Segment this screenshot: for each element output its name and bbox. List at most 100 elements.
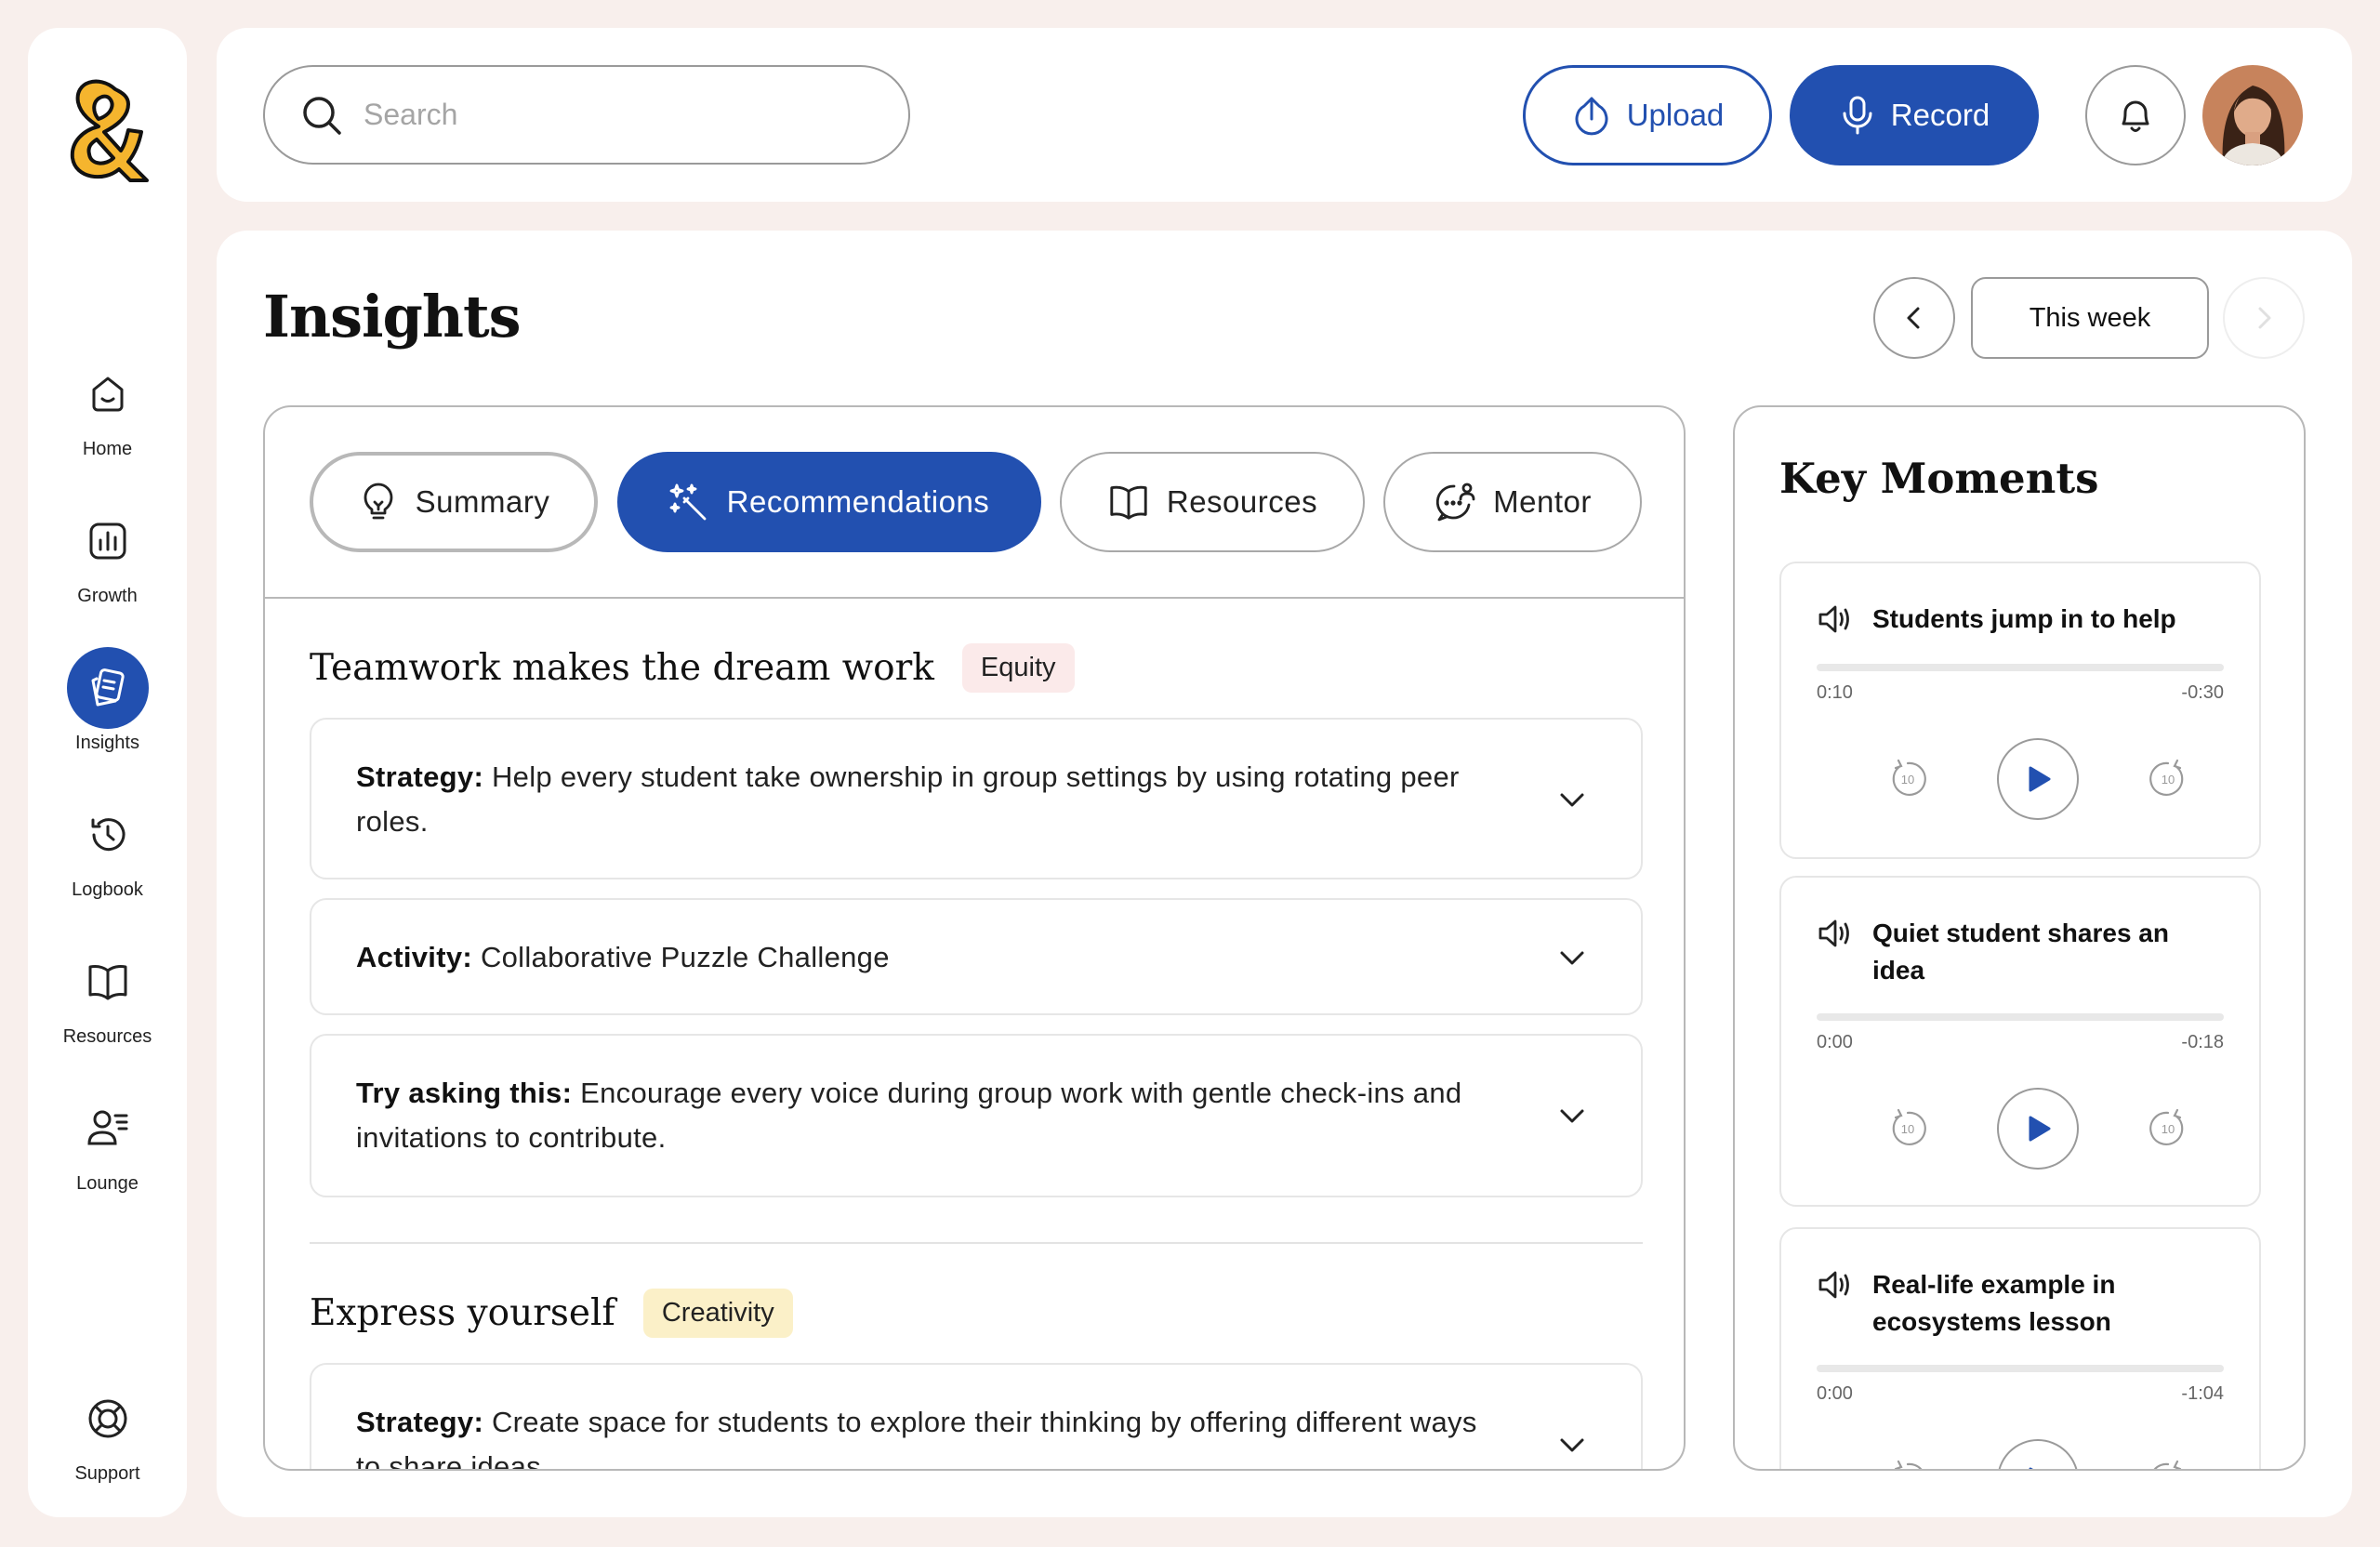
strategy-card[interactable]: Strategy: Help every student take owners… xyxy=(310,718,1643,879)
insight-tabs: Summary Recommendations Resources Mentor xyxy=(265,407,1684,599)
record-label: Record xyxy=(1890,98,1990,132)
period-selector[interactable]: This week xyxy=(1971,277,2209,359)
tab-summary[interactable]: Summary xyxy=(310,452,598,552)
recommendation-kind: Strategy: xyxy=(356,760,484,793)
sidebar-item-lounge[interactable]: Lounge xyxy=(28,1088,187,1207)
elapsed-time: 0:00 xyxy=(1817,1032,1853,1052)
recommendations-list[interactable]: Teamwork makes the dream work Equity Str… xyxy=(265,601,1684,1469)
section-title: Teamwork makes the dream work xyxy=(310,647,934,689)
upload-button[interactable]: Upload xyxy=(1523,65,1772,165)
sidebar-item-home[interactable]: Home xyxy=(28,353,187,472)
upload-label: Upload xyxy=(1626,98,1725,132)
sidebar-item-growth[interactable]: Growth xyxy=(28,500,187,619)
strategy-card[interactable]: Strategy: Create space for students to e… xyxy=(310,1363,1643,1469)
page-title: Insights xyxy=(263,283,522,350)
home-icon xyxy=(67,353,149,435)
audio-progress-bar[interactable] xyxy=(1817,664,2224,671)
upload-icon xyxy=(1571,95,1612,136)
notifications-button[interactable] xyxy=(2085,65,2186,165)
recommendation-text: Try asking this: Encourage every voice d… xyxy=(356,1071,1500,1160)
chevron-right-icon xyxy=(2250,304,2278,332)
key-moment-title: Students jump in to help xyxy=(1872,604,2176,633)
elapsed-time: 0:00 xyxy=(1817,1383,1853,1404)
recommendation-text: Strategy: Help every student take owners… xyxy=(356,755,1500,844)
previous-week-button[interactable] xyxy=(1873,277,1955,359)
chat-person-icon xyxy=(1434,481,1476,523)
recommendation-kind: Activity: xyxy=(356,941,473,973)
remaining-time: -0:30 xyxy=(2181,682,2224,703)
tab-mentor[interactable]: Mentor xyxy=(1383,452,1642,552)
people-icon xyxy=(67,1088,149,1170)
ampersand-logo[interactable] xyxy=(61,73,154,184)
play-button[interactable] xyxy=(1997,738,2079,820)
history-icon xyxy=(67,794,149,876)
rewind-10-icon[interactable] xyxy=(1887,1460,1928,1469)
play-button[interactable] xyxy=(1997,1439,2079,1469)
key-moment-header: Real-life example in ecosystems lesson xyxy=(1817,1266,2207,1341)
svg-text:10: 10 xyxy=(2162,773,2175,787)
sidebar-item-label: Home xyxy=(82,439,133,459)
audio-progress-bar[interactable] xyxy=(1817,1365,2224,1372)
forward-10-icon[interactable] xyxy=(2148,1460,2188,1469)
svg-text:10: 10 xyxy=(1901,773,1914,787)
bell-icon xyxy=(2114,94,2157,137)
key-moment-card[interactable]: Students jump in to help 0:10 -0:30 10 1… xyxy=(1779,562,2261,859)
speaker-icon xyxy=(1817,915,1854,989)
next-week-button[interactable] xyxy=(2223,277,2305,359)
forward-10-icon[interactable]: 10 xyxy=(2148,759,2188,800)
key-moment-card[interactable]: Real-life example in ecosystems lesson 0… xyxy=(1779,1227,2261,1469)
remaining-time: -1:04 xyxy=(2181,1383,2224,1404)
chevron-down-icon[interactable] xyxy=(1555,1428,1589,1461)
forward-10-icon[interactable]: 10 xyxy=(2148,1108,2188,1149)
rewind-10-icon[interactable]: 10 xyxy=(1887,759,1928,800)
search-input[interactable] xyxy=(364,98,884,132)
key-moment-header: Students jump in to help xyxy=(1817,601,2207,638)
section-header: Express yourself Creativity xyxy=(310,1289,793,1338)
rewind-10-icon[interactable]: 10 xyxy=(1887,1108,1928,1149)
recommendation-body: Help every student take ownership in gro… xyxy=(356,760,1460,838)
user-avatar[interactable] xyxy=(2202,65,2303,165)
section-header: Teamwork makes the dream work Equity xyxy=(310,643,1075,693)
sidebar-item-label: Logbook xyxy=(72,879,143,900)
chevron-down-icon[interactable] xyxy=(1555,941,1589,974)
sidebar-item-resources[interactable]: Resources xyxy=(28,941,187,1060)
recommendation-kind: Strategy: xyxy=(356,1406,484,1438)
speaker-icon xyxy=(1817,601,1854,638)
audio-progress-bar[interactable] xyxy=(1817,1013,2224,1021)
search-box[interactable] xyxy=(263,65,910,165)
key-moment-card[interactable]: Quiet student shares an idea 0:00 -0:18 … xyxy=(1779,876,2261,1207)
recommendation-text: Strategy: Create space for students to e… xyxy=(356,1400,1500,1469)
sidebar-item-support[interactable]: Support xyxy=(28,1378,187,1497)
play-icon xyxy=(2029,1116,2051,1142)
question-card[interactable]: Try asking this: Encourage every voice d… xyxy=(310,1034,1643,1197)
tab-recommendations[interactable]: Recommendations xyxy=(617,452,1041,552)
sidebar-item-insights[interactable]: Insights xyxy=(28,647,187,766)
book-icon xyxy=(67,941,149,1023)
activity-card[interactable]: Activity: Collaborative Puzzle Challenge xyxy=(310,898,1643,1015)
tab-resources[interactable]: Resources xyxy=(1060,452,1365,552)
recommendation-text: Activity: Collaborative Puzzle Challenge xyxy=(356,935,1500,980)
playback-controls xyxy=(1887,1439,2188,1469)
microphone-icon xyxy=(1839,95,1876,136)
chevron-down-icon[interactable] xyxy=(1555,1099,1589,1132)
sidebar-item-label: Resources xyxy=(62,1026,152,1047)
chevron-down-icon[interactable] xyxy=(1555,783,1589,816)
speaker-icon xyxy=(1817,1266,1854,1341)
top-bar: Upload Record xyxy=(217,28,2352,202)
svg-text:10: 10 xyxy=(2162,1122,2175,1136)
sidebar-item-label: Insights xyxy=(75,733,139,753)
section-title: Express yourself xyxy=(310,1292,615,1334)
lifebuoy-icon xyxy=(67,1378,149,1460)
tab-label: Summary xyxy=(415,484,550,519)
key-moment-header: Quiet student shares an idea xyxy=(1817,915,2207,989)
sidebar-item-logbook[interactable]: Logbook xyxy=(28,794,187,913)
sidebar-item-label: Growth xyxy=(77,586,138,606)
search-icon xyxy=(300,94,343,137)
lightbulb-icon xyxy=(358,482,399,522)
elapsed-time: 0:10 xyxy=(1817,682,1853,703)
recommendations-panel: Summary Recommendations Resources Mentor… xyxy=(263,405,1686,1471)
recommendation-body: Collaborative Puzzle Challenge xyxy=(480,941,890,973)
record-button[interactable]: Record xyxy=(1790,65,2039,165)
tab-label: Mentor xyxy=(1493,484,1592,519)
play-button[interactable] xyxy=(1997,1088,2079,1170)
